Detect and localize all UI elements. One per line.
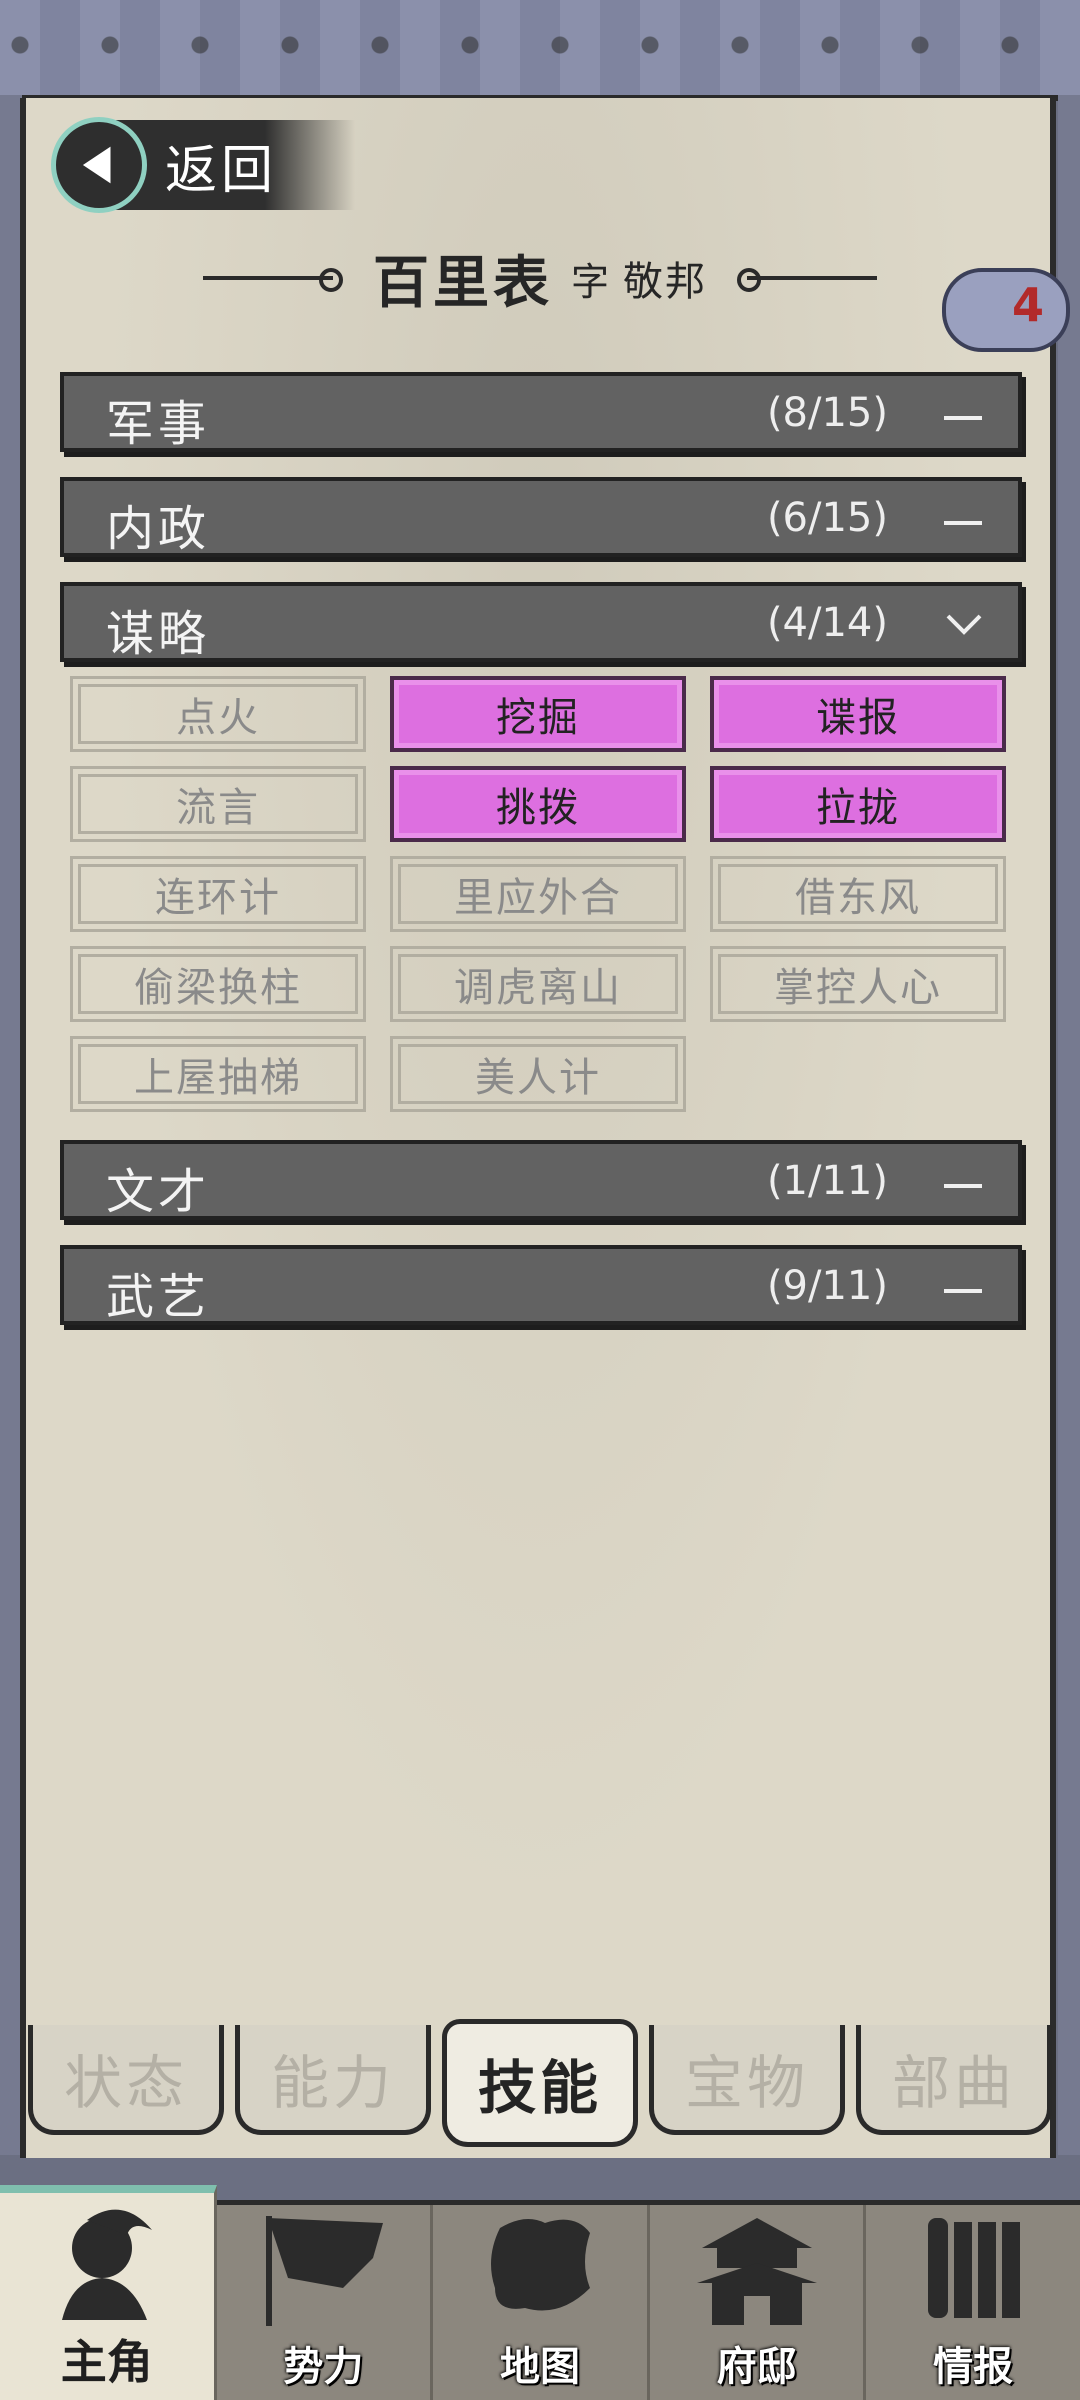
collapse-minus-icon[interactable] (944, 1168, 988, 1202)
tab-ability[interactable]: 能力 (235, 2025, 431, 2135)
nav-label: 情报 (933, 2344, 1014, 2390)
skill-item[interactable]: 拉拢 (710, 766, 1006, 842)
tab-troops[interactable]: 部曲 (856, 2025, 1052, 2135)
nav-label: 势力 (283, 2344, 364, 2390)
character-title: 百里表 字 敬邦 (0, 238, 1080, 318)
character-name: 百里表 (372, 250, 553, 316)
category-name: 文才 (106, 1164, 211, 1220)
title-ornament-right (737, 268, 877, 292)
courtesy-label: 字 (570, 259, 609, 304)
category-count: (9/11) (766, 1263, 888, 1309)
cloud-badge[interactable]: 4 (942, 268, 1070, 352)
skill-item[interactable]: 挑拨 (390, 766, 686, 842)
nav-map[interactable]: 地图 (433, 2205, 650, 2400)
skill-item[interactable]: 上屋抽梯 (70, 1036, 366, 1112)
category-strategy[interactable]: 谋略 (4/14) (60, 582, 1022, 662)
nav-hero[interactable]: 主角 (0, 2185, 217, 2400)
category-count: (4/14) (766, 600, 888, 646)
bottom-navigation: 主角 势力 地图 府邸 情报 (0, 2185, 1080, 2400)
category-literary[interactable]: 文才 (1/11) (60, 1140, 1022, 1220)
category-name: 军事 (106, 396, 211, 452)
tab-status[interactable]: 状态 (28, 2025, 224, 2135)
mansion-icon (696, 2218, 817, 2325)
nav-label: 府邸 (716, 2344, 797, 2390)
badge-count: 4 (1011, 278, 1044, 332)
skill-item[interactable]: 谍报 (710, 676, 1006, 752)
skill-item[interactable]: 连环计 (70, 856, 366, 932)
tab-skills[interactable]: 技能 (442, 2019, 638, 2147)
hero-icon (61, 2209, 152, 2320)
collapse-minus-icon[interactable] (944, 505, 988, 539)
skill-item[interactable]: 挖掘 (390, 676, 686, 752)
category-name: 谋略 (106, 606, 211, 662)
category-administration[interactable]: 内政 (6/15) (60, 477, 1022, 557)
category-count: (1/11) (766, 1158, 888, 1204)
skill-item[interactable]: 掌控人心 (710, 946, 1006, 1022)
nav-faction[interactable]: 势力 (217, 2205, 434, 2400)
category-military[interactable]: 军事 (8/15) (60, 372, 1022, 452)
title-ornament-left (202, 268, 343, 292)
category-count: (6/15) (766, 495, 888, 541)
tab-treasure[interactable]: 宝物 (649, 2025, 845, 2135)
skill-item[interactable]: 流言 (70, 766, 366, 842)
chevron-down-icon[interactable] (944, 610, 988, 644)
collapse-minus-icon[interactable] (944, 400, 988, 434)
skill-item[interactable]: 偷梁换柱 (70, 946, 366, 1022)
right-border (1058, 95, 1080, 2155)
scroll-icon (928, 2218, 1021, 2318)
back-button[interactable]: 返回 (51, 117, 355, 213)
top-decorative-band (0, 0, 1080, 101)
skill-item[interactable]: 点火 (70, 676, 366, 752)
nav-label: 主角 (60, 2335, 153, 2389)
back-label: 返回 (165, 140, 278, 201)
strategy-skill-grid: 点火 挖掘 谍报 流言 挑拨 拉拢 连环计 里应外合 借东风 偷梁换柱 调虎离山… (70, 676, 1020, 1112)
collapse-minus-icon[interactable] (944, 1273, 988, 1307)
section-tabs: 状态 能力 技能 宝物 部曲 (28, 2019, 1052, 2147)
nav-intel[interactable]: 情报 (866, 2205, 1080, 2400)
category-name: 内政 (106, 501, 211, 557)
skill-item[interactable]: 美人计 (390, 1036, 686, 1112)
skill-item[interactable]: 里应外合 (390, 856, 686, 932)
back-arrow-icon (51, 117, 147, 213)
skill-item[interactable]: 调虎离山 (390, 946, 686, 1022)
skill-item[interactable]: 借东风 (710, 856, 1006, 932)
nav-label: 地图 (499, 2344, 580, 2390)
flag-icon (266, 2216, 384, 2326)
category-martial[interactable]: 武艺 (9/11) (60, 1245, 1022, 1325)
category-name: 武艺 (106, 1269, 211, 1325)
courtesy-name: 敬邦 (623, 259, 707, 305)
left-border (0, 95, 22, 2155)
nav-mansion[interactable]: 府邸 (650, 2205, 867, 2400)
map-icon (490, 2219, 590, 2311)
category-count: (8/15) (766, 390, 888, 436)
